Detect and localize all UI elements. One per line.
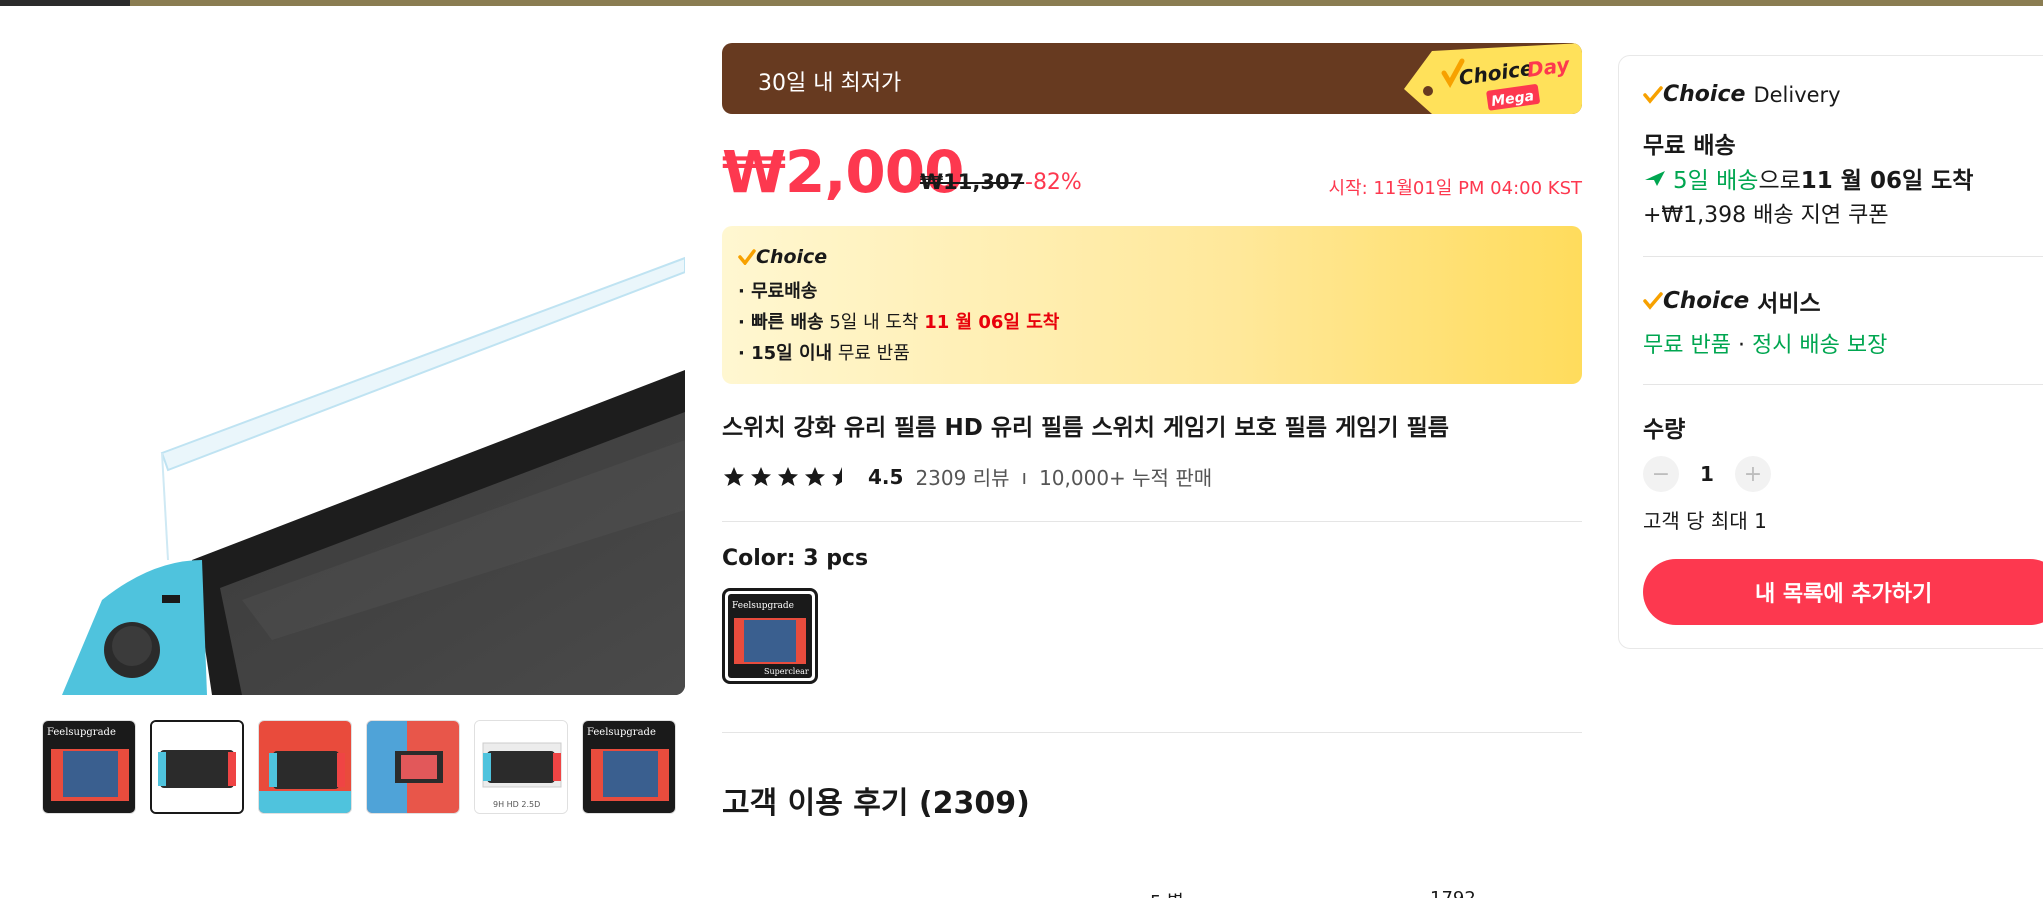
choice-box-title: Choice <box>756 246 828 268</box>
svg-text:Superclear: Superclear <box>764 667 809 676</box>
banner-text: 30일 내 최저가 <box>758 71 902 96</box>
svg-text:9H HD 2.5D: 9H HD 2.5D <box>493 800 540 809</box>
top-strip-tab <box>0 0 130 6</box>
price-row: ₩2,000 ₩11,307 -82% 시작: 11월01일 PM 04:00 … <box>722 138 1582 208</box>
rating-row: 4.5 2309 리뷰 ı 10,000+ 누적 판매 <box>722 462 1212 491</box>
thumbnail-5[interactable]: 9H HD 2.5D <box>474 720 568 814</box>
check-icon <box>738 249 756 265</box>
add-to-wishlist-button[interactable]: 내 목록에 추가하기 <box>1643 559 2043 625</box>
quantity-value[interactable]: 1 <box>1679 462 1735 486</box>
thumbnail-2[interactable] <box>150 720 244 814</box>
svg-text:Feelsupgrade: Feelsupgrade <box>732 601 794 611</box>
star-icon <box>805 466 825 486</box>
check-icon <box>1643 292 1663 310</box>
check-icon <box>1643 85 1663 104</box>
divider <box>722 521 1582 522</box>
product-title: 스위치 강화 유리 필름 HD 유리 필름 스위치 게임기 보호 필름 게임기 … <box>722 415 1449 441</box>
free-return-link[interactable]: 무료 반품 <box>1643 333 1731 358</box>
airplane-icon <box>1645 171 1665 186</box>
review-count-link[interactable]: 2309 리뷰 <box>915 462 1009 491</box>
choice-line-free-return: · 15일 이내 무료 반품 <box>738 343 910 364</box>
rating-breakdown-label: 5 별 <box>1150 888 1184 898</box>
lowest-price-banner: 30일 내 최저가 Choice Day Mega <box>722 43 1582 114</box>
discount-percent: -82% <box>1025 170 1082 195</box>
svg-text:Feelsupgrade: Feelsupgrade <box>47 727 116 738</box>
choice-line-free-shipping: · 무료배송 <box>738 281 818 302</box>
divider <box>1643 256 2043 257</box>
choice-benefits-box: Choice · 무료배송 · 빠른 배송 5일 내 도착 11 월 06일 도… <box>722 226 1582 384</box>
top-strip <box>0 0 2043 6</box>
quantity-decrease-button[interactable]: − <box>1643 456 1679 492</box>
divider <box>722 732 1582 733</box>
service-links: 무료 반품 · 정시 배송 보장 <box>1643 333 1888 358</box>
thumbnail-6[interactable]: Feelsupgrade <box>582 720 676 814</box>
color-label: Color: 3 pcs <box>722 546 869 571</box>
choice-service-header: Choice 서비스 <box>1643 284 1821 318</box>
quantity-increase-button[interactable]: + <box>1735 456 1771 492</box>
sold-count: 10,000+ 누적 판매 <box>1039 466 1213 490</box>
thumbnail-1[interactable]: Feelsupgrade <box>42 720 136 814</box>
sale-start-time: 시작: 11월01일 PM 04:00 KST <box>1328 178 1582 199</box>
delay-coupon: +₩1,398 배송 지연 쿠폰 <box>1643 203 1889 228</box>
star-icon <box>724 466 744 486</box>
quantity-label: 수량 <box>1643 417 1686 443</box>
choice-delivery-header: Choice Delivery <box>1643 82 1841 107</box>
star-rating[interactable] <box>722 465 854 489</box>
on-time-delivery-link[interactable]: 정시 배송 보장 <box>1752 333 1887 358</box>
star-icon <box>751 466 771 486</box>
thumbnail-3[interactable] <box>258 720 352 814</box>
thumbnail-strip: Feelsupgrade 9H HD 2.5D Feelsupgrade <box>42 720 676 814</box>
choice-day-tag: Choice Day Mega <box>1402 43 1582 114</box>
color-option-3pcs[interactable]: Feelsupgrade Superclear <box>722 588 818 684</box>
original-price: ₩11,307 <box>920 170 1025 194</box>
choice-box-header: Choice <box>738 246 1566 268</box>
svg-text:Feelsupgrade: Feelsupgrade <box>587 727 656 738</box>
per-customer-limit: 고객 당 최대 1 <box>1643 509 1767 533</box>
main-product-image[interactable] <box>42 40 685 695</box>
reviews-section-title: 고객 이용 후기 (2309) <box>722 786 1030 821</box>
half-star-icon <box>832 466 842 486</box>
divider <box>1643 384 2043 385</box>
rating-breakdown-count: 1792 <box>1430 888 1476 898</box>
star-icon <box>778 466 798 486</box>
thumbnail-4[interactable] <box>366 720 460 814</box>
quantity-stepper: − 1 + <box>1643 456 1771 492</box>
free-shipping-label: 무료 배송 <box>1643 133 1736 159</box>
choice-line-fast-delivery: · 빠른 배송 5일 내 도착 11 월 06일 도착 <box>738 312 1060 333</box>
fast-delivery-row: 5일 배송 으로 11 월 06일 도착 <box>1643 161 1973 195</box>
separator: ı <box>1021 464 1028 489</box>
rating-value: 4.5 <box>868 464 904 489</box>
